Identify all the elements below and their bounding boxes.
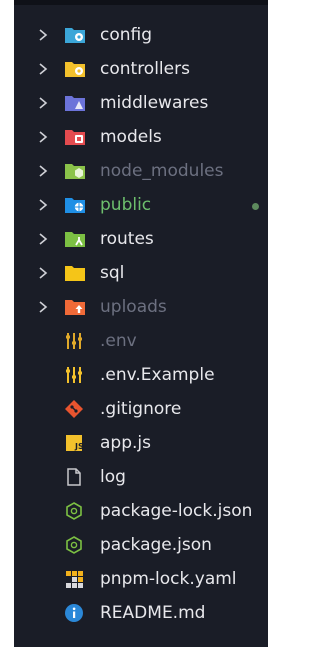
file-label: app.js (100, 433, 151, 453)
file-label: package-lock.json (100, 501, 253, 521)
env-file-icon (66, 367, 82, 383)
file-label: .env (100, 331, 137, 351)
folder-routes[interactable]: routes (14, 222, 268, 256)
folder-label: public (100, 195, 152, 215)
folder-config[interactable]: config (14, 18, 268, 52)
folder-label: uploads (100, 297, 167, 317)
chevron-right-icon[interactable] (36, 163, 50, 179)
chevron-right-icon[interactable] (36, 265, 50, 281)
folder-middlewares[interactable]: middlewares (14, 86, 268, 120)
folder-sql[interactable]: sql (14, 256, 268, 290)
folder-uploads[interactable]: uploads (14, 290, 268, 324)
env-file-icon (66, 333, 82, 349)
file-readme-md[interactable]: README.md (14, 596, 268, 630)
npm-package-icon (66, 502, 82, 520)
routes-folder-icon (65, 232, 85, 247)
controllers-folder-icon (65, 62, 85, 77)
folder-label: controllers (100, 59, 190, 79)
public-folder-icon (65, 198, 85, 213)
pnpm-icon (66, 571, 83, 588)
chevron-right-icon[interactable] (36, 231, 50, 247)
npm-package-icon (66, 536, 82, 554)
folder-label: config (100, 25, 153, 45)
file-label: README.md (100, 603, 206, 623)
folder-label: models (100, 127, 162, 147)
chevron-right-icon[interactable] (36, 27, 50, 43)
folder-controllers[interactable]: controllers (14, 52, 268, 86)
explorer-top-border (14, 0, 268, 5)
middlewares-folder-icon (65, 96, 85, 111)
file-label: .env.Example (100, 365, 215, 385)
uploads-folder-icon (65, 300, 85, 315)
folder-node-modules[interactable]: node_modules (14, 154, 268, 188)
chevron-right-icon[interactable] (36, 129, 50, 145)
info-icon (65, 604, 83, 622)
chevron-right-icon[interactable] (36, 197, 50, 213)
folder-public[interactable]: public (14, 188, 268, 222)
file-app-js[interactable]: JS app.js (14, 426, 268, 460)
folder-label: routes (100, 229, 154, 249)
git-icon (65, 400, 83, 418)
folder-label: node_modules (100, 161, 224, 181)
file-log[interactable]: log (14, 460, 268, 494)
javascript-icon: JS (66, 435, 84, 451)
folder-models[interactable]: models (14, 120, 268, 154)
models-folder-icon (65, 130, 85, 145)
file-package-json[interactable]: package.json (14, 528, 268, 562)
file-label: pnpm-lock.yaml (100, 569, 237, 589)
file-icon (67, 468, 81, 486)
git-modified-indicator (252, 203, 259, 210)
file-package-lock-json[interactable]: package-lock.json (14, 494, 268, 528)
file-env[interactable]: .env (14, 324, 268, 358)
file-env-example[interactable]: .env.Example (14, 358, 268, 392)
chevron-right-icon[interactable] (36, 95, 50, 111)
file-gitignore[interactable]: .gitignore (14, 392, 268, 426)
folder-label: sql (100, 263, 125, 283)
chevron-right-icon[interactable] (36, 299, 50, 315)
sql-folder-icon (65, 266, 85, 281)
file-explorer: config controllers middlewares models no… (14, 0, 268, 647)
file-label: package.json (100, 535, 212, 555)
svg-text:JS: JS (74, 442, 84, 451)
file-pnpm-lock-yaml[interactable]: pnpm-lock.yaml (14, 562, 268, 596)
chevron-right-icon[interactable] (36, 61, 50, 77)
folder-label: middlewares (100, 93, 209, 113)
node-modules-folder-icon (65, 164, 85, 179)
file-label: .gitignore (100, 399, 182, 419)
config-folder-icon (65, 28, 85, 43)
file-label: log (100, 467, 126, 487)
